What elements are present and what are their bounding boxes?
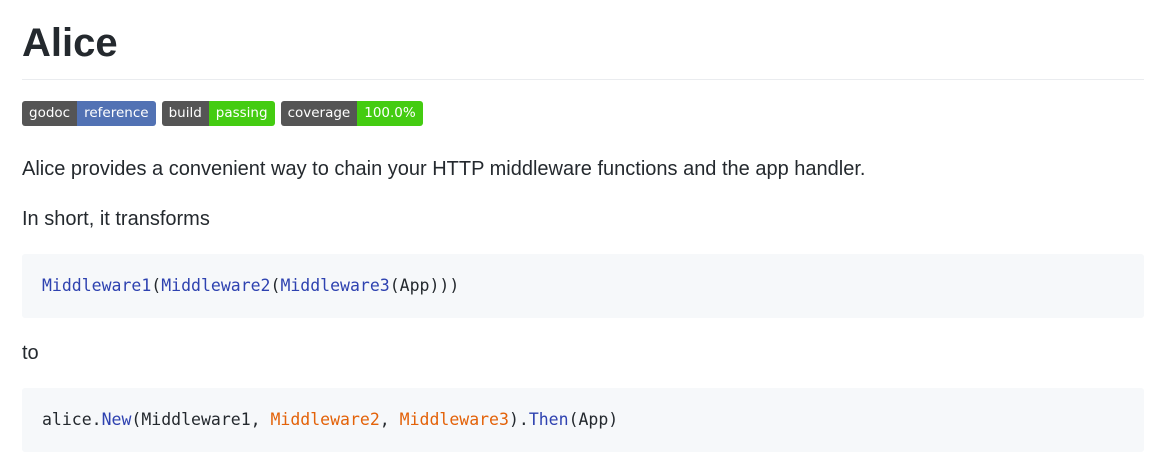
code-block-nested: Middleware1(Middleware2(Middleware3(App)…	[22, 254, 1144, 318]
code-token: (App)))	[389, 276, 460, 295]
code-token: ,	[379, 410, 400, 429]
short-paragraph: In short, it transforms	[22, 208, 210, 230]
code-token: (Middleware1,	[131, 410, 271, 429]
code-block-chain: alice.New(Middleware1, Middleware2, Midd…	[22, 388, 1144, 452]
code-token: Then	[528, 410, 569, 429]
code-token: New	[101, 410, 132, 429]
intro-paragraph: Alice provides a convenient way to chain…	[22, 158, 866, 180]
title-divider	[22, 79, 1144, 80]
badge-label: godoc	[22, 101, 78, 126]
code-token: (	[151, 276, 162, 295]
readme-page: Alice godoc reference build passing cove…	[0, 0, 1172, 471]
to-paragraph: to	[22, 342, 39, 364]
coverage-badge[interactable]: coverage 100.0%	[280, 101, 423, 126]
code-token: (App)	[568, 410, 619, 429]
code-token: Middleware2	[161, 276, 271, 295]
badge-label: coverage	[280, 101, 358, 126]
badge-value: 100.0%	[357, 101, 423, 126]
code-token: ).	[508, 410, 529, 429]
badge-row: godoc reference build passing coverage 1…	[22, 101, 423, 126]
code-token: Middleware2	[270, 410, 380, 429]
page-title: Alice	[22, 21, 118, 65]
godoc-badge[interactable]: godoc reference	[22, 101, 156, 126]
code-token: Middleware3	[280, 276, 390, 295]
code-token: Middleware3	[399, 410, 509, 429]
badge-value: passing	[208, 101, 275, 126]
build-badge[interactable]: build passing	[161, 101, 275, 126]
code-token: (	[270, 276, 281, 295]
badge-value: reference	[77, 101, 156, 126]
badge-label: build	[161, 101, 209, 126]
code-token: alice.	[42, 410, 102, 429]
code-token: Middleware1	[42, 276, 152, 295]
